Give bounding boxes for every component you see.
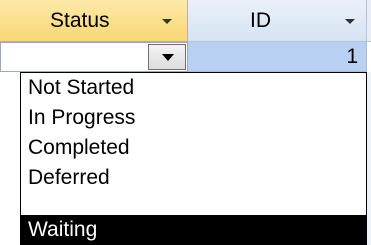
dropdown-option-not-started[interactable]: Not Started	[21, 73, 366, 103]
row-selector-strip	[0, 72, 20, 245]
dropdown-option-in-progress[interactable]: In Progress	[21, 103, 366, 133]
dropdown-option-deferred[interactable]: Deferred	[21, 163, 366, 193]
filter-dropdown-arrow-icon[interactable]	[162, 19, 172, 24]
grid-right-edge	[367, 72, 371, 245]
filter-dropdown-arrow-icon[interactable]	[345, 19, 355, 24]
header-filler	[367, 0, 371, 42]
column-header-status[interactable]: Status	[0, 0, 188, 42]
column-header-status-label: Status	[50, 9, 110, 32]
dropdown-option-completed[interactable]: Completed	[21, 133, 366, 163]
column-header-id[interactable]: ID	[188, 0, 367, 42]
dropdown-option-waiting[interactable]: Waiting	[21, 215, 366, 245]
status-dropdown-list[interactable]: Not Started In Progress Completed Deferr…	[20, 72, 367, 245]
dropdown-arrow-icon	[162, 54, 174, 61]
status-combo-dropdown-button[interactable]	[148, 44, 186, 70]
id-cell[interactable]: 1	[188, 42, 367, 72]
column-header-id-label: ID	[250, 9, 271, 32]
